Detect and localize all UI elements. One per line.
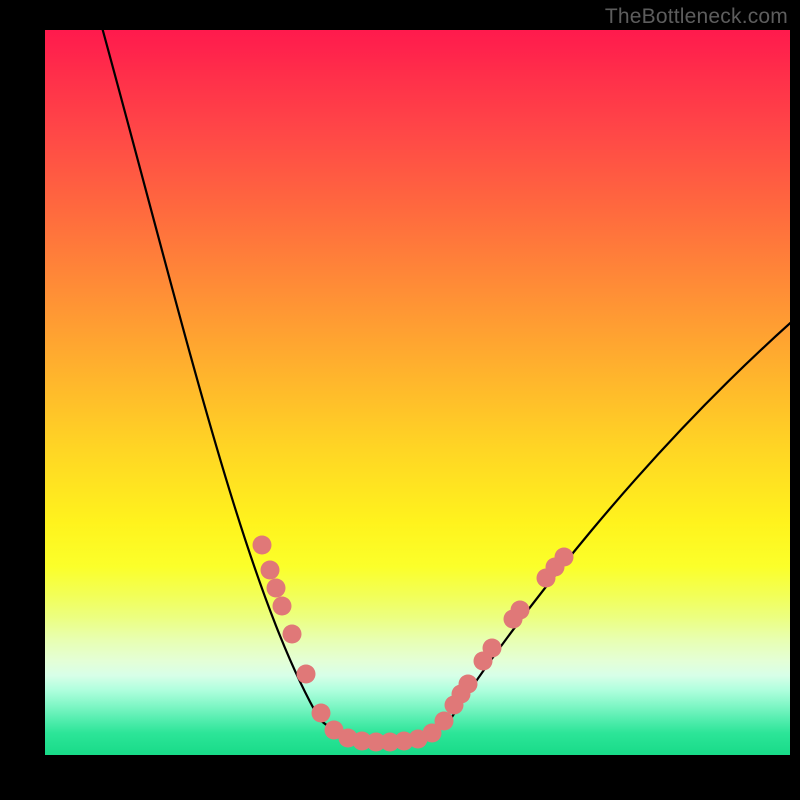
watermark-text: TheBottleneck.com [605, 5, 788, 29]
chart-frame: TheBottleneck.com [0, 0, 800, 800]
data-dot [511, 601, 530, 620]
bottleneck-curve-svg [45, 30, 790, 755]
data-dot [283, 625, 302, 644]
data-dots-group [253, 536, 574, 752]
data-dot [459, 675, 478, 694]
data-dot [312, 704, 331, 723]
data-dot [435, 712, 454, 731]
data-dot [261, 561, 280, 580]
data-dot [267, 579, 286, 598]
data-dot [253, 536, 272, 555]
data-dot [555, 548, 574, 567]
data-dot [297, 665, 316, 684]
bottleneck-curve-path [100, 30, 790, 743]
data-dot [273, 597, 292, 616]
plot-area [45, 30, 790, 755]
data-dot [483, 639, 502, 658]
